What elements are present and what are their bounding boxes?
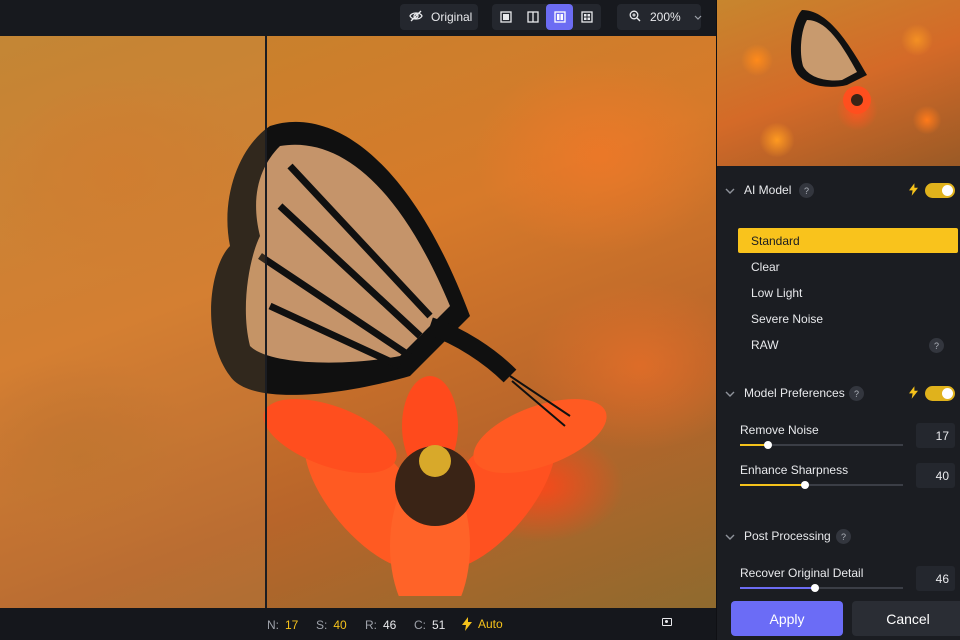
lightning-icon [909,386,918,399]
model-option-raw-label: RAW [751,337,779,352]
single-view-button[interactable] [492,4,519,30]
split-view-icon [526,11,539,23]
original-label: Original [431,10,473,24]
settings-panel: AI Model ? Standard Clear Low Light Seve… [716,0,960,640]
grid-view-button[interactable] [573,4,600,30]
split-divider[interactable] [265,36,267,608]
slider-fill [740,484,806,486]
lightning-icon [462,617,472,631]
help-icon[interactable]: ? [929,338,944,353]
model-preferences-section-header[interactable]: Model Preferences ? [717,381,960,405]
slider-knob[interactable] [810,584,819,592]
ai-model-toggle[interactable] [925,183,955,198]
original-toggle-button[interactable]: Original [400,4,478,30]
recover-stat: R: 46 [365,618,397,632]
camera-icon[interactable] [662,618,672,626]
auto-label: Auto [478,617,503,631]
cancel-button[interactable]: Cancel [852,601,960,636]
panel-footer: Apply Cancel [717,592,960,640]
model-preferences-toggle[interactable] [925,386,955,401]
noise-stat: N: 17 [267,618,299,632]
model-option-clear[interactable]: Clear [738,254,958,279]
chevron-down-icon [725,184,735,198]
post-processing-title: Post Processing [744,529,831,543]
slider-knob[interactable] [801,481,810,489]
status-bar: N: 17 S: 40 R: 46 C: 51 Auto [0,608,716,640]
apply-button[interactable]: Apply [731,601,843,636]
post-processing-section-header[interactable]: Post Processing ? [717,524,960,548]
remove-noise-label: Remove Noise [740,423,819,437]
lightning-icon [909,183,918,196]
help-icon[interactable]: ? [836,529,851,544]
recover-original-detail-slider[interactable] [740,584,903,592]
flower-shape [263,376,607,596]
chevron-down-icon [694,10,702,24]
c-stat: C: 51 [414,618,446,632]
model-option-standard[interactable]: Standard [738,228,958,253]
original-blur-side [0,36,266,608]
recover-original-detail-label: Recover Original Detail [740,566,864,580]
side-by-side-view-button[interactable] [546,4,573,30]
chevron-down-icon [725,387,735,401]
zoom-icon [629,10,641,25]
slider-knob[interactable] [763,441,772,449]
image-canvas[interactable] [0,36,716,608]
zoom-dropdown[interactable]: 200% [617,4,702,30]
top-toolbar: Original 200% [0,0,716,36]
model-preferences-title: Model Preferences [744,386,845,400]
eye-slash-icon [409,9,423,26]
thumbnail-butterfly [791,10,871,114]
help-icon[interactable]: ? [799,183,814,198]
sharpness-stat: S: 40 [316,618,347,632]
recover-original-detail-value-input[interactable]: 46 [916,566,955,591]
split-view-button[interactable] [519,4,546,30]
enhance-sharpness-slider[interactable] [740,481,903,489]
help-icon[interactable]: ? [849,386,864,401]
model-option-low-light[interactable]: Low Light [738,280,958,305]
enhance-sharpness-value-input[interactable]: 40 [916,463,955,488]
enhance-sharpness-label: Enhance Sharpness [740,463,849,477]
chevron-down-icon [725,530,735,544]
remove-noise-value-input[interactable]: 17 [916,423,955,448]
grid-view-icon [580,11,593,23]
remove-noise-slider[interactable] [740,441,903,449]
slider-fill [740,587,815,589]
view-mode-group [492,4,601,30]
auto-indicator[interactable]: Auto [462,617,503,631]
side-by-side-icon [553,11,566,23]
single-view-icon [499,11,512,23]
zoom-value: 200% [650,10,681,24]
model-option-raw[interactable]: RAW [738,332,958,357]
navigator-thumbnail[interactable] [717,0,960,166]
ai-model-section-header[interactable]: AI Model ? [717,178,960,202]
model-option-severe-noise[interactable]: Severe Noise [738,306,958,331]
ai-model-title: AI Model [744,183,792,197]
